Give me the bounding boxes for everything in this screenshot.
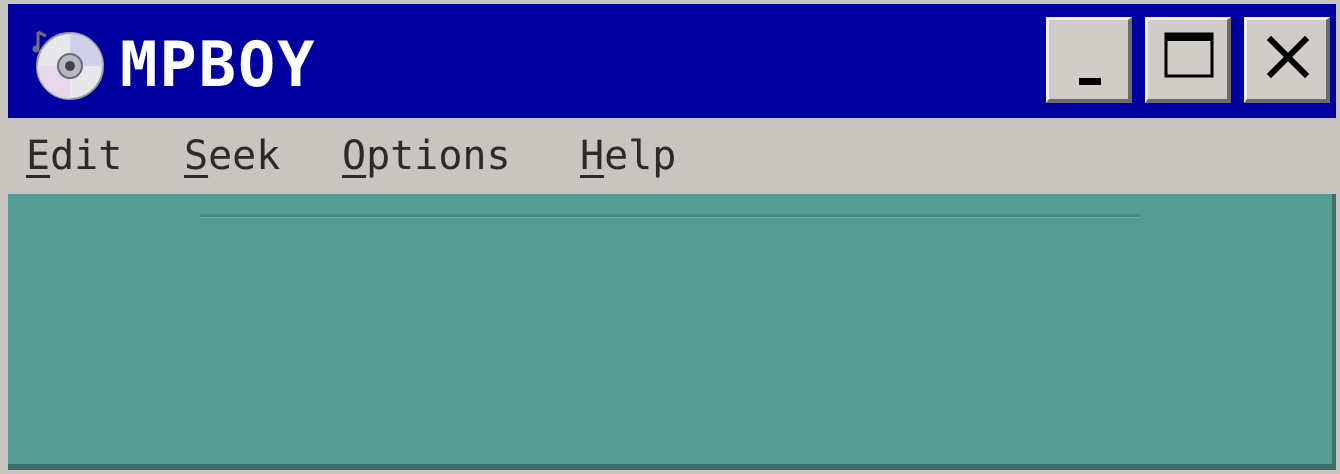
menu-bar: Edit Seek Options Help [8,118,1336,194]
window-title: MPBOY [120,28,317,101]
seek-track[interactable] [200,214,1140,218]
menu-seek-label: eek [208,133,281,179]
menu-help-label: elp [604,133,677,179]
maximize-button[interactable] [1145,17,1231,103]
minimize-button[interactable] [1046,17,1132,103]
title-bar[interactable]: MPBOY [8,4,1336,118]
menu-options-label: ptions [366,133,511,179]
menu-edit[interactable]: Edit [26,126,122,186]
menu-edit-label: dit [50,133,123,179]
close-button[interactable] [1244,17,1330,103]
menu-help-accelerator: H [580,133,605,179]
menu-seek[interactable]: Seek [184,126,280,186]
menu-options-accelerator: O [342,133,367,179]
player-display-area [8,194,1336,470]
cd-disc-icon[interactable] [30,26,108,104]
menu-help[interactable]: Help [580,126,676,186]
app-window: MPBOY Edit Seek Options Help [0,0,1340,474]
menu-edit-accelerator: E [26,133,51,179]
maximize-icon [1164,32,1214,78]
minimize-icon [1079,78,1101,85]
menu-options[interactable]: Options [342,126,511,186]
menu-seek-accelerator: S [184,133,209,179]
close-icon [1266,35,1310,79]
